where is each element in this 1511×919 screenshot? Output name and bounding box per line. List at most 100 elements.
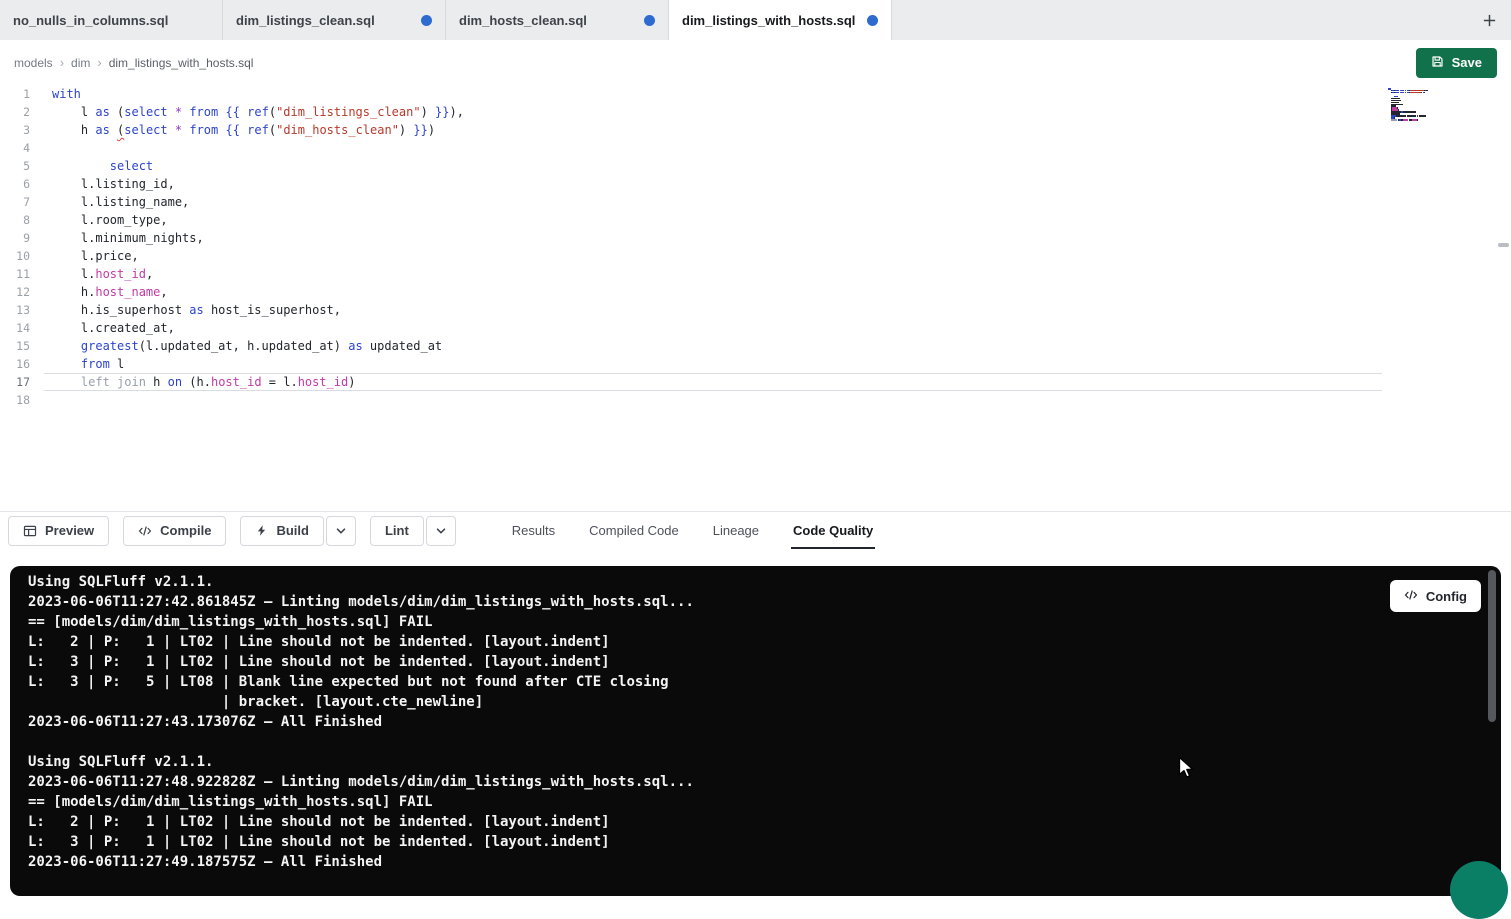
breadcrumb-segment[interactable]: dim_listings_with_hosts.sql: [109, 56, 254, 70]
terminal-line: L: 3 | P: 1 | LT02 | Line should not be …: [28, 652, 1501, 672]
new-tab-button[interactable]: [1467, 0, 1511, 40]
code-line[interactable]: [0, 139, 1511, 157]
results-tab-lineage[interactable]: Lineage: [713, 512, 759, 549]
code-token: ,: [146, 267, 153, 281]
code-token: ): [421, 105, 428, 119]
code-token: greatest: [81, 339, 139, 353]
tab-strip: no_nulls_in_columns.sql dim_listings_clea…: [0, 0, 892, 40]
action-toolbar: Preview Compile Build Lint Resu: [0, 511, 1511, 549]
chevron-down-icon: [335, 525, 347, 537]
terminal-line: Using SQLFluff v2.1.1.: [28, 752, 1501, 772]
editor-file-tab[interactable]: dim_listings_clean.sql: [223, 0, 446, 40]
terminal-line: [28, 732, 1501, 752]
code-token: ref: [247, 105, 269, 119]
terminal-scrollbar[interactable]: [1488, 570, 1496, 722]
code-token: {{: [225, 105, 239, 119]
code-line[interactable]: h.is_superhost as host_is_superhost,: [0, 301, 1511, 319]
code-token: *: [175, 105, 182, 119]
code-token: from: [81, 357, 110, 371]
build-dropdown-button[interactable]: [326, 516, 356, 546]
code-token: l.created_at,: [52, 321, 175, 335]
code-token: ): [428, 123, 435, 137]
terminal-line: L: 2 | P: 1 | LT02 | Line should not be …: [28, 812, 1501, 832]
code-token: ): [348, 375, 355, 389]
grid-icon: [23, 524, 37, 538]
breadcrumb: models›dim›dim_listings_with_hosts.sql: [14, 55, 253, 70]
code-line[interactable]: l.minimum_nights,: [0, 229, 1511, 247]
build-button[interactable]: Build: [240, 516, 324, 546]
terminal-line: L: 2 | P: 1 | LT02 | Line should not be …: [28, 632, 1501, 652]
terminal-line: 2023-06-06T11:27:42.861845Z — Linting mo…: [28, 592, 1501, 612]
terminal-line: L: 3 | P: 5 | LT08 | Blank line expected…: [28, 672, 1501, 692]
code-token: l.room_type,: [52, 213, 168, 227]
save-button[interactable]: Save: [1416, 48, 1497, 78]
code-line[interactable]: l.room_type,: [0, 211, 1511, 229]
code-token: as: [95, 105, 109, 119]
terminal-line: == [models/dim/dim_listings_with_hosts.s…: [28, 612, 1501, 632]
editor-file-tab[interactable]: no_nulls_in_columns.sql: [0, 0, 223, 40]
build-label: Build: [276, 523, 309, 538]
code-token: host_id: [211, 375, 262, 389]
code-token: [168, 123, 175, 137]
unsaved-indicator-icon: [644, 15, 655, 26]
code-line[interactable]: select: [0, 157, 1511, 175]
code-line[interactable]: from l: [0, 355, 1511, 373]
code-token: host_id: [298, 375, 349, 389]
code-token: (: [110, 105, 124, 119]
code-line[interactable]: l as (select * from {{ ref("dim_listings…: [0, 103, 1511, 121]
code-line[interactable]: h as (select * from {{ ref("dim_hosts_cl…: [0, 121, 1511, 139]
minimap[interactable]: [1388, 88, 1462, 123]
save-label: Save: [1452, 55, 1482, 70]
code-line[interactable]: greatest(l.updated_at, h.updated_at) as …: [0, 337, 1511, 355]
code-line[interactable]: left join h on (h.host_id = l.host_id): [44, 373, 1382, 391]
breadcrumb-segment[interactable]: models: [14, 56, 53, 70]
code-line[interactable]: l.listing_id,: [0, 175, 1511, 193]
code-token: as: [348, 339, 362, 353]
editor-scrollbar-marker[interactable]: [1498, 243, 1509, 247]
code-token: as: [95, 123, 109, 137]
code-line[interactable]: h.host_name,: [0, 283, 1511, 301]
results-tab-code-quality[interactable]: Code Quality: [793, 512, 873, 549]
build-icon: [255, 524, 268, 537]
editor-file-tab[interactable]: dim_listings_with_hosts.sql: [669, 0, 892, 40]
results-tab-results[interactable]: Results: [512, 512, 555, 549]
code-line[interactable]: l.host_id,: [0, 265, 1511, 283]
code-token: from: [189, 123, 218, 137]
code-line[interactable]: l.price,: [0, 247, 1511, 265]
code-token: host_is_superhost,: [204, 303, 341, 317]
config-button[interactable]: Config: [1390, 580, 1481, 612]
code-line[interactable]: l.listing_name,: [0, 193, 1511, 211]
help-bubble[interactable]: [1450, 861, 1508, 919]
code-token: select: [124, 105, 167, 119]
tab-label: dim_hosts_clean.sql: [459, 13, 587, 28]
code-token: updated_at: [363, 339, 442, 353]
code-token: l.minimum_nights,: [52, 231, 204, 245]
minimap-line: [1388, 121, 1462, 123]
code-editor[interactable]: 123456789101112131415161718 with l as (s…: [0, 85, 1511, 511]
lint-dropdown-button[interactable]: [426, 516, 456, 546]
code-line[interactable]: [0, 391, 1511, 409]
results-tab-compiled-code[interactable]: Compiled Code: [589, 512, 679, 549]
breadcrumb-bar: models›dim›dim_listings_with_hosts.sql S…: [0, 40, 1511, 85]
unsaved-indicator-icon: [421, 15, 432, 26]
breadcrumb-segment[interactable]: dim: [71, 56, 90, 70]
terminal-line: 2023-06-06T11:27:48.922828Z — Linting mo…: [28, 772, 1501, 792]
lint-label: Lint: [385, 523, 409, 538]
code-token: h.: [52, 285, 95, 299]
save-icon: [1431, 55, 1444, 71]
build-button-group: Build: [240, 516, 356, 546]
code-line[interactable]: with: [0, 85, 1511, 103]
code-token: l.price,: [52, 249, 139, 263]
compile-button[interactable]: Compile: [123, 516, 226, 546]
code-token: (: [269, 105, 276, 119]
preview-button[interactable]: Preview: [8, 516, 109, 546]
code-token: [52, 375, 81, 389]
tab-label: dim_listings_clean.sql: [236, 13, 375, 28]
code-token: [428, 105, 435, 119]
terminal-line: 2023-06-06T11:27:49.187575Z — All Finish…: [28, 852, 1501, 872]
code-line[interactable]: l.created_at,: [0, 319, 1511, 337]
code-token: on: [168, 375, 182, 389]
editor-file-tab[interactable]: dim_hosts_clean.sql: [446, 0, 669, 40]
lint-button[interactable]: Lint: [370, 516, 424, 546]
terminal-panel[interactable]: Using SQLFluff v2.1.1.2023-06-06T11:27:4…: [10, 566, 1501, 896]
